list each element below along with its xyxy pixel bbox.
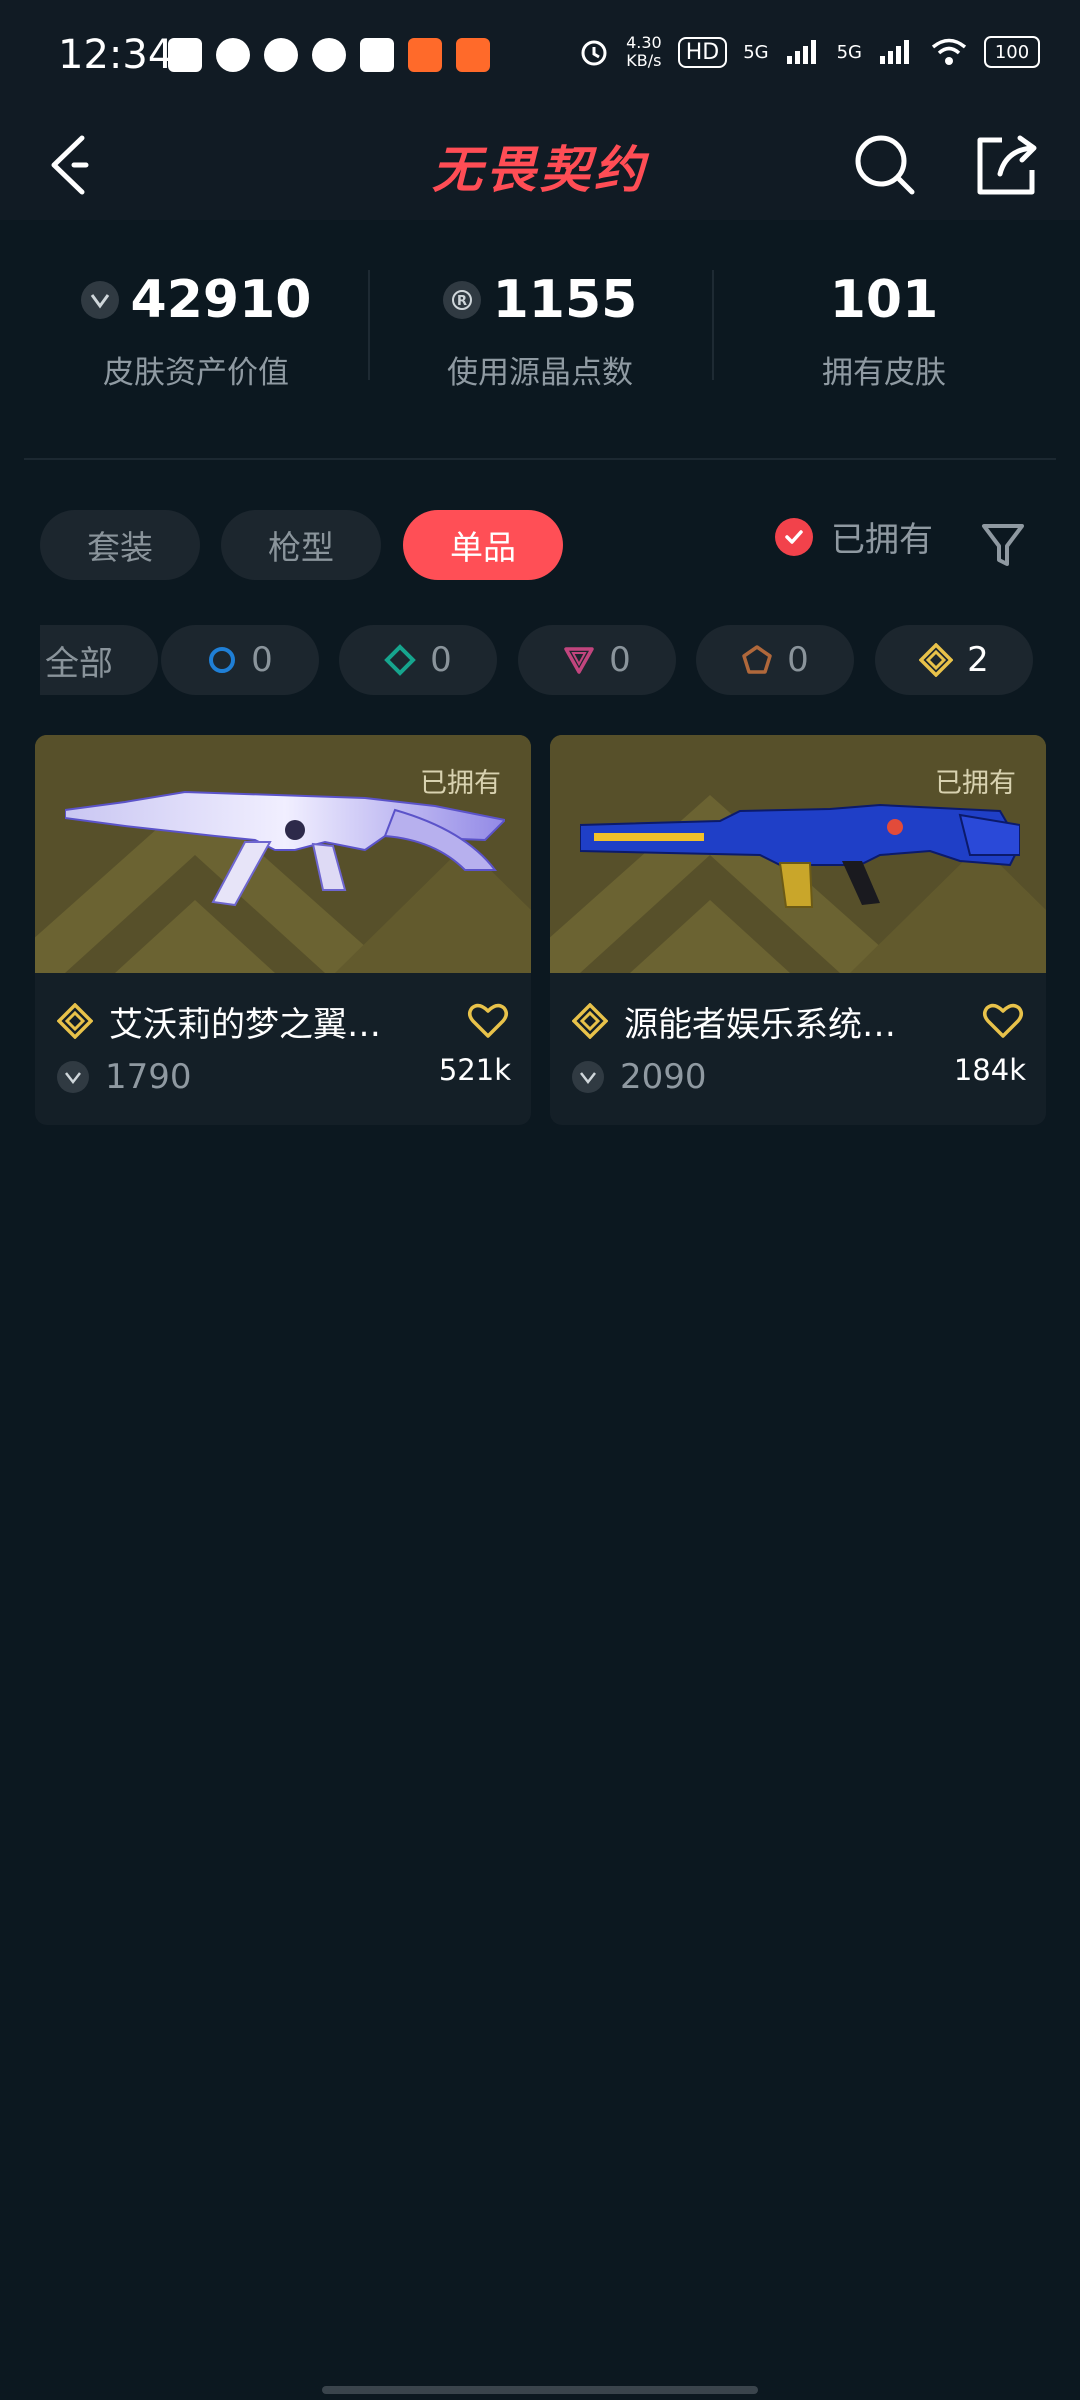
skin-price: 2090 <box>572 1057 707 1097</box>
like-count: 521k <box>438 1053 511 1087</box>
clipboard-icon <box>168 38 202 72</box>
stat-radianite: R 1155 使用源晶点数 <box>368 265 712 392</box>
nav-bar: 无畏契约 <box>0 110 1080 220</box>
battery-icon: 100 <box>984 36 1040 68</box>
skin-image: 已拥有 <box>35 735 531 973</box>
deluxe-tier-icon <box>384 644 417 676</box>
skin-card[interactable]: 已拥有 艾沃莉的梦之翼… 1790 521k <box>35 735 531 1125</box>
radianite-icon: R <box>442 281 481 319</box>
svg-text:R: R <box>457 294 467 309</box>
tier-filter-row: 全部 0 0 0 0 2 <box>40 625 1060 695</box>
heart-icon[interactable] <box>982 1002 1024 1040</box>
vp-icon <box>80 281 119 319</box>
alarm-icon <box>581 40 607 66</box>
stat-label: 拥有皮肤 <box>822 355 946 391</box>
tab-weapon-type[interactable]: 枪型 <box>221 510 381 580</box>
skin-image: 已拥有 <box>550 735 1046 973</box>
hd-badge: HD <box>677 36 728 68</box>
exclusive-tier-icon <box>742 645 772 674</box>
weapon-vandal-image <box>65 790 505 907</box>
search-icon[interactable] <box>850 130 920 200</box>
filter-icon[interactable] <box>978 518 1028 572</box>
like-count: 184k <box>953 1053 1026 1087</box>
owned-label: 已拥有 <box>831 520 933 560</box>
taobao-icon <box>408 38 442 72</box>
ultra-tier-icon <box>57 1003 93 1039</box>
share-icon[interactable] <box>972 130 1042 200</box>
stat-value: 42910 <box>130 270 312 330</box>
stat-value: 101 <box>829 270 939 330</box>
skin-name: 源能者娱乐系统… <box>624 1004 896 1045</box>
vp-icon <box>572 1061 604 1093</box>
chip-premium-tier[interactable]: 0 <box>518 625 676 695</box>
skin-card[interactable]: 已拥有 源能者娱乐系统… 2090 184k <box>550 735 1046 1125</box>
owned-badge: 已拥有 <box>935 768 1016 799</box>
ultra-tier-icon <box>572 1003 608 1039</box>
qq-icon <box>264 38 298 72</box>
status-bar: 12:34 4.30 KB/s HD 5G 5G 100 <box>0 0 1080 110</box>
premium-tier-icon <box>564 647 594 674</box>
chip-select-tier[interactable]: 0 <box>161 625 319 695</box>
stat-owned-skins: 101 拥有皮肤 <box>712 265 1056 392</box>
signal-2: 5G <box>836 41 862 63</box>
status-time: 12:34 <box>58 32 174 78</box>
signal-1: 5G <box>743 41 769 63</box>
weapon-vandal-image <box>580 803 1020 908</box>
chip-deluxe-tier[interactable]: 0 <box>339 625 497 695</box>
chip-ultra-tier[interactable]: 2 <box>875 625 1033 695</box>
stat-asset-value: 42910 皮肤资产价值 <box>24 265 368 392</box>
net-speed: 4.30 KB/s <box>626 33 662 70</box>
skin-price: 1790 <box>57 1057 192 1097</box>
back-arrow-icon[interactable] <box>44 130 104 200</box>
status-right: 4.30 KB/s HD 5G 5G 100 <box>578 34 1040 70</box>
home-indicator[interactable] <box>322 2386 758 2394</box>
signal-bars-icon <box>880 40 909 64</box>
wifi-icon <box>931 38 967 65</box>
stat-value: 1155 <box>492 270 638 330</box>
stats-panel: 42910 皮肤资产价值 R 1155 使用源晶点数 101 拥有皮肤 <box>0 240 1080 410</box>
owned-toggle[interactable]: 已拥有 <box>775 512 933 561</box>
page-title: 无畏契约 <box>432 141 648 199</box>
chip-exclusive-tier[interactable]: 0 <box>696 625 854 695</box>
heart-icon[interactable] <box>467 1002 509 1040</box>
vp-icon <box>57 1061 89 1093</box>
section-divider <box>24 458 1056 460</box>
skin-name: 艾沃莉的梦之翼… <box>109 1004 381 1045</box>
wechat-icon <box>312 38 346 72</box>
notification-icons <box>168 38 490 72</box>
select-tier-icon <box>209 647 236 673</box>
signal-bars-icon <box>786 40 816 64</box>
tab-single-item[interactable]: 单品 <box>403 510 563 580</box>
chip-all[interactable]: 全部 <box>40 625 158 695</box>
app-icon <box>216 38 250 72</box>
tab-bundle[interactable]: 套装 <box>40 510 200 580</box>
meituan-icon <box>360 38 394 72</box>
ultra-tier-icon <box>919 643 954 677</box>
game-app-icon <box>456 38 490 72</box>
stat-label: 使用源晶点数 <box>447 355 633 391</box>
owned-badge: 已拥有 <box>420 768 501 799</box>
check-icon <box>775 517 813 556</box>
stat-label: 皮肤资产价值 <box>103 355 289 391</box>
